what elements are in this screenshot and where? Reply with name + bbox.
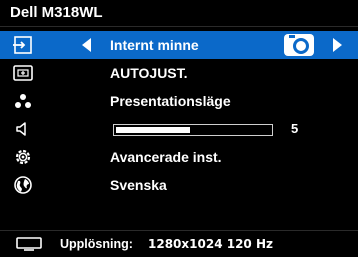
menu-item-volume[interactable]: 5 xyxy=(0,115,358,143)
volume-icon xyxy=(12,118,34,140)
camera-icon[interactable] xyxy=(284,34,314,56)
menu-item-presentation-mode[interactable]: Presentationsläge xyxy=(0,87,358,115)
previous-option-arrow-icon[interactable] xyxy=(82,38,91,52)
resolution-label: Upplösning: xyxy=(60,237,133,251)
main-menu: Internt minne AUTOJUST. Presentationsläg… xyxy=(0,31,358,199)
title-bar: Dell M318WL xyxy=(0,0,358,27)
next-option-arrow-icon[interactable] xyxy=(333,38,342,52)
menu-item-label: Svenska xyxy=(110,177,167,193)
volume-value: 5 xyxy=(291,121,299,136)
projector-osd-menu: Dell M318WL Internt minne AUTOJUST. Pres… xyxy=(0,0,358,257)
menu-item-label: Internt minne xyxy=(110,37,199,53)
menu-item-auto-adjust[interactable]: AUTOJUST. xyxy=(0,59,358,87)
menu-item-label: AUTOJUST. xyxy=(110,65,188,81)
presentation-mode-icon xyxy=(12,90,34,112)
menu-item-advanced-settings[interactable]: Avancerade inst. xyxy=(0,143,358,171)
settings-gear-icon xyxy=(12,146,34,168)
volume-slider-fill xyxy=(116,127,190,133)
language-globe-icon xyxy=(12,174,34,196)
volume-slider[interactable] xyxy=(113,124,273,136)
resolution-value: 1280x1024 120 Hz xyxy=(148,237,273,251)
auto-adjust-icon xyxy=(12,62,34,84)
menu-item-label: Avancerade inst. xyxy=(110,149,222,165)
menu-title: Dell M318WL xyxy=(10,4,103,21)
menu-item-input-source[interactable]: Internt minne xyxy=(0,31,358,59)
menu-item-language[interactable]: Svenska xyxy=(0,171,358,199)
input-source-icon xyxy=(12,34,34,56)
menu-item-label: Presentationsläge xyxy=(110,93,231,109)
display-icon xyxy=(16,237,42,251)
status-bar: Upplösning: 1280x1024 120 Hz xyxy=(0,230,358,257)
